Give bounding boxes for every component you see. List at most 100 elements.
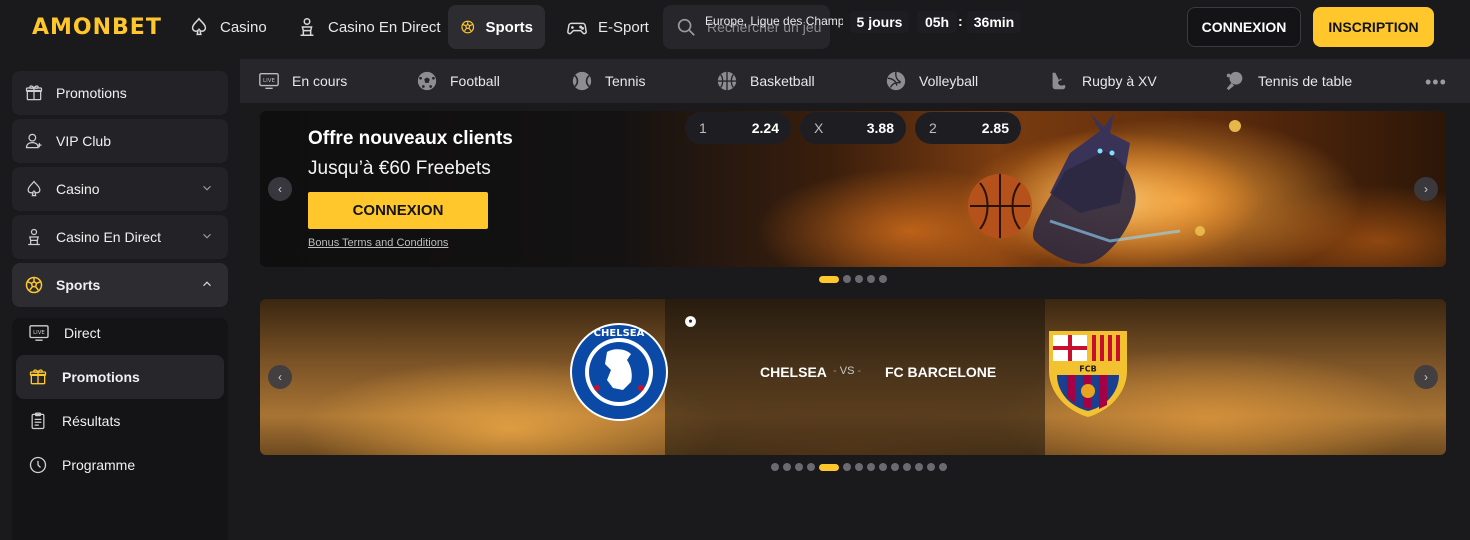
pagination-dot[interactable] bbox=[915, 463, 923, 471]
soccer-ball-icon bbox=[417, 71, 437, 91]
chevron-left-icon: ‹ bbox=[278, 182, 282, 196]
nav-sports[interactable]: Sports bbox=[448, 5, 545, 49]
pagination-dot[interactable] bbox=[903, 463, 911, 471]
sidebar-sub-promotions-label: Promotions bbox=[62, 369, 140, 385]
sidebar-sub-schedule[interactable]: Programme bbox=[12, 443, 228, 487]
pagination-dot[interactable] bbox=[807, 463, 815, 471]
pagination-dot[interactable] bbox=[855, 463, 863, 471]
sidebar-item-sports[interactable]: Sports bbox=[12, 263, 228, 307]
match-pagination bbox=[771, 463, 947, 471]
sport-tab-volleyball[interactable]: Volleyball bbox=[885, 59, 978, 103]
match-prev-button[interactable]: ‹ bbox=[268, 365, 292, 389]
bonus-terms-link[interactable]: Bonus Terms and Conditions bbox=[308, 237, 448, 249]
sidebar-item-casino[interactable]: Casino bbox=[12, 167, 228, 211]
away-team: FC BARCELONE bbox=[885, 364, 997, 380]
basketball-icon bbox=[717, 71, 737, 91]
nav-casino-label: Casino bbox=[220, 18, 267, 36]
match-banner[interactable] bbox=[260, 299, 1446, 455]
pagination-dot[interactable] bbox=[867, 275, 875, 283]
odd-away-value: 2.85 bbox=[981, 120, 1009, 136]
tennis-ball-icon bbox=[572, 71, 592, 91]
odd-home-label: 1 bbox=[699, 120, 707, 136]
sidebar-sub-results-label: Résultats bbox=[62, 413, 121, 429]
nav-casino-live-label: Casino En Direct bbox=[328, 18, 441, 36]
sport-tab-tennis-label: Tennis bbox=[605, 73, 646, 89]
sport-tab-live-label: En cours bbox=[292, 73, 348, 89]
sidebar-sub-direct-label: Direct bbox=[64, 325, 101, 341]
volleyball-icon bbox=[886, 71, 906, 91]
gift-icon bbox=[29, 369, 47, 385]
banner-login-button[interactable]: CONNEXION bbox=[308, 192, 488, 229]
odd-home-value: 2.24 bbox=[751, 120, 779, 136]
login-button[interactable]: CONNEXION bbox=[1187, 7, 1301, 47]
nav-casino[interactable]: Casino bbox=[176, 5, 279, 49]
countdown-minutes: 36min bbox=[967, 11, 1021, 33]
chevron-down-icon bbox=[203, 185, 211, 191]
pagination-dot[interactable] bbox=[843, 463, 851, 471]
sidebar-item-casino-label: Casino bbox=[56, 181, 100, 197]
sport-tab-football-label: Football bbox=[450, 73, 500, 89]
chevron-right-icon: › bbox=[1424, 370, 1428, 384]
logo[interactable]: AMONBET bbox=[32, 15, 162, 40]
user-icon bbox=[25, 133, 42, 149]
pagination-dot[interactable] bbox=[819, 463, 839, 471]
pagination-dot[interactable] bbox=[783, 463, 791, 471]
pagination-dot[interactable] bbox=[843, 275, 851, 283]
sport-tab-table-tennis[interactable]: Tennis de table bbox=[1224, 59, 1352, 103]
odd-draw-button[interactable]: X 3.88 bbox=[800, 112, 906, 144]
countdown-separator: : bbox=[958, 13, 963, 29]
home-team: CHELSEA bbox=[760, 364, 827, 380]
nav-sports-label: Sports bbox=[485, 18, 533, 36]
sidebar-sub-promotions[interactable]: Promotions bbox=[16, 355, 224, 399]
sidebar-item-promotions[interactable]: Promotions bbox=[12, 71, 228, 115]
rugby-icon bbox=[1052, 72, 1066, 90]
sport-tab-tennis[interactable]: Tennis bbox=[571, 59, 645, 103]
sidebar-item-vip-club[interactable]: VIP Club bbox=[12, 119, 228, 163]
pagination-dot[interactable] bbox=[927, 463, 935, 471]
countdown-hours: 05h bbox=[917, 11, 957, 33]
soccer-ball-icon bbox=[685, 316, 696, 327]
sidebar-sub-results[interactable]: Résultats bbox=[12, 399, 228, 443]
search-icon bbox=[677, 18, 695, 36]
sport-tab-basketball[interactable]: Basketball bbox=[716, 59, 815, 103]
dealer-icon bbox=[28, 228, 40, 246]
pagination-dot[interactable] bbox=[819, 275, 839, 283]
chelsea-crest[interactable]: CHELSEA bbox=[569, 322, 669, 422]
pagination-dot[interactable] bbox=[939, 463, 947, 471]
pagination-dot[interactable] bbox=[771, 463, 779, 471]
banner-prev-button[interactable]: ‹ bbox=[268, 177, 292, 201]
pagination-dot[interactable] bbox=[879, 275, 887, 283]
nav-casino-live[interactable]: Casino En Direct bbox=[284, 5, 453, 49]
nav-esport[interactable]: E-Sport bbox=[554, 5, 661, 49]
sport-tab-rugby[interactable]: Rugby à XV bbox=[1048, 59, 1157, 103]
pagination-dot[interactable] bbox=[867, 463, 875, 471]
banner-next-button[interactable]: › bbox=[1414, 177, 1438, 201]
odd-draw-value: 3.88 bbox=[866, 120, 894, 136]
more-sports-button[interactable]: ••• bbox=[1425, 72, 1447, 93]
pagination-dot[interactable] bbox=[891, 463, 899, 471]
signup-button[interactable]: INSCRIPTION bbox=[1313, 7, 1434, 47]
sports-bar: LIVE En cours Football Tennis Basketball… bbox=[240, 59, 1470, 103]
svg-text:LIVE: LIVE bbox=[33, 330, 45, 336]
svg-text:CHELSEA: CHELSEA bbox=[594, 328, 645, 339]
sport-tab-live[interactable]: LIVE En cours bbox=[258, 59, 347, 103]
sidebar-item-casino-live[interactable]: Casino En Direct bbox=[12, 215, 228, 259]
odd-away-label: 2 bbox=[929, 120, 937, 136]
sport-tab-rugby-label: Rugby à XV bbox=[1082, 73, 1157, 89]
match-league: Europe, Ligue des Champions bbox=[705, 14, 843, 28]
sidebar-sub-direct[interactable]: LIVE Direct bbox=[12, 311, 228, 355]
soccer-ball-icon bbox=[25, 276, 43, 294]
gift-icon bbox=[25, 85, 43, 101]
gamepad-icon bbox=[567, 22, 587, 35]
odd-home-button[interactable]: 1 2.24 bbox=[685, 112, 791, 144]
match-next-button[interactable]: › bbox=[1414, 365, 1438, 389]
sport-tab-table-tennis-label: Tennis de table bbox=[1258, 73, 1353, 89]
pagination-dot[interactable] bbox=[795, 463, 803, 471]
pagination-dot[interactable] bbox=[855, 275, 863, 283]
barcelona-crest[interactable]: FCB bbox=[1043, 325, 1133, 420]
nav-esport-label: E-Sport bbox=[598, 18, 649, 36]
pagination-dot[interactable] bbox=[879, 463, 887, 471]
odd-away-button[interactable]: 2 2.85 bbox=[915, 112, 1021, 144]
banner-subtitle: Jusqu’à €60 Freebets bbox=[308, 158, 491, 179]
sport-tab-football[interactable]: Football bbox=[416, 59, 500, 103]
